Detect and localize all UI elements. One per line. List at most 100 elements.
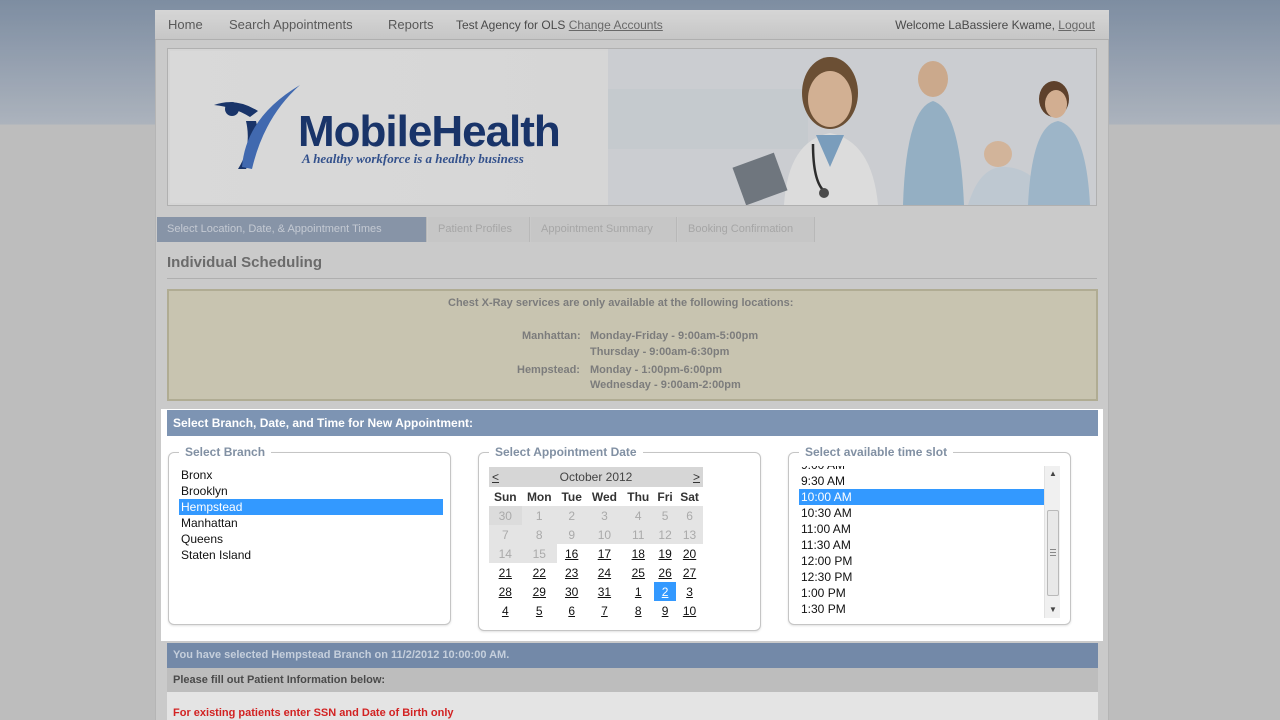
scroll-thumb[interactable] bbox=[1047, 510, 1059, 596]
time-slot-option[interactable]: 1:00 PM bbox=[799, 585, 1045, 601]
panel-header: Select Branch, Date, and Time for New Ap… bbox=[167, 410, 1098, 436]
branch-option[interactable]: Bronx bbox=[179, 467, 443, 483]
scroll-up-arrow-icon[interactable]: ▲ bbox=[1045, 466, 1061, 482]
nav-home-link[interactable]: Home bbox=[168, 17, 203, 32]
scroll-grip-icon bbox=[1050, 549, 1056, 556]
calendar-day[interactable]: 17 bbox=[586, 544, 622, 563]
step-tab-booking-confirmation[interactable]: Booking Confirmation bbox=[678, 217, 815, 242]
calendar-day: 6 bbox=[676, 506, 703, 525]
branch-option[interactable]: Manhattan bbox=[179, 515, 443, 531]
calendar-day[interactable]: 20 bbox=[676, 544, 703, 563]
time-slot-scrollbar[interactable]: ▲ ▼ bbox=[1044, 466, 1060, 618]
step-tab-appointment-summary[interactable]: Appointment Summary bbox=[531, 217, 677, 242]
calendar-day[interactable]: 31 bbox=[586, 582, 622, 601]
patient-info-heading: Please fill out Patient Information belo… bbox=[167, 668, 1098, 692]
time-slot-option[interactable]: 9:30 AM bbox=[799, 473, 1045, 489]
calendar-day[interactable]: 18 bbox=[622, 544, 654, 563]
time-slot-option[interactable]: 9:00 AM bbox=[799, 466, 1045, 473]
calendar-day: 1 bbox=[521, 506, 557, 525]
calendar-day[interactable]: 26 bbox=[654, 563, 676, 582]
agency-name: Test Agency for OLS bbox=[456, 18, 566, 32]
time-fieldset: Select available time slot 9:00 AM9:30 A… bbox=[788, 445, 1071, 625]
title-divider bbox=[167, 278, 1097, 279]
time-slot-option[interactable]: 12:30 PM bbox=[799, 569, 1045, 585]
calendar-week-row: 14 15 16 17 18 19 20 bbox=[489, 544, 703, 563]
logout-link[interactable]: Logout bbox=[1058, 18, 1095, 32]
calendar-day: 11 bbox=[622, 525, 655, 544]
calendar-day[interactable]: 9 bbox=[654, 601, 676, 620]
logo-swoosh-icon bbox=[214, 85, 300, 169]
branch-option[interactable]: Hempstead bbox=[179, 499, 443, 515]
calendar-day[interactable]: 1 bbox=[622, 582, 654, 601]
time-slot-option[interactable]: 1:30 PM bbox=[799, 601, 1045, 617]
time-slot-option[interactable]: 10:00 AM bbox=[799, 489, 1045, 505]
nav-search-appointments-link[interactable]: Search Appointments bbox=[229, 17, 353, 32]
calendar-day[interactable]: 5 bbox=[522, 601, 557, 620]
calendar-day[interactable]: 25 bbox=[622, 563, 654, 582]
calendar-day: 5 bbox=[654, 506, 677, 525]
date-legend: Select Appointment Date bbox=[489, 445, 643, 459]
calendar-month-title: October 2012 bbox=[559, 470, 633, 484]
calendar-weekday-row: Sun Mon Tue Wed Thu Fri Sat bbox=[489, 487, 703, 506]
branch-option[interactable]: Brooklyn bbox=[179, 483, 443, 499]
calendar-day: 12 bbox=[654, 525, 677, 544]
calendar-day: 30 bbox=[489, 506, 522, 525]
calendar-day[interactable]: 21 bbox=[489, 563, 522, 582]
date-fieldset: Select Appointment Date < October 2012 >… bbox=[478, 445, 761, 631]
header-banner: MobileHealth A healthy workforce is a he… bbox=[167, 48, 1097, 206]
time-slot-option[interactable]: 10:30 AM bbox=[799, 505, 1045, 521]
branch-legend: Select Branch bbox=[179, 445, 272, 459]
calendar-day: 8 bbox=[521, 525, 557, 544]
welcome-info: Welcome LaBassiere Kwame, Logout bbox=[895, 18, 1095, 32]
step-tab-select-location[interactable]: Select Location, Date, & Appointment Tim… bbox=[157, 217, 427, 242]
calendar-day[interactable]: 10 bbox=[676, 601, 703, 620]
branch-option[interactable]: Staten Island bbox=[179, 547, 443, 563]
branch-fieldset: Select Branch Bronx Brooklyn Hempstead Manh… bbox=[168, 445, 451, 625]
calendar-day[interactable]: 27 bbox=[676, 563, 703, 582]
welcome-text: Welcome LaBassiere Kwame, bbox=[895, 18, 1055, 32]
calendar-day[interactable]: 16 bbox=[557, 544, 586, 563]
change-accounts-link[interactable]: Change Accounts bbox=[569, 18, 663, 32]
scroll-down-arrow-icon[interactable]: ▼ bbox=[1045, 602, 1061, 618]
calendar-day: 2 bbox=[556, 506, 587, 525]
nav-reports-link[interactable]: Reports bbox=[388, 17, 434, 32]
calendar-day[interactable]: 19 bbox=[654, 544, 676, 563]
calendar-day[interactable]: 24 bbox=[586, 563, 622, 582]
time-slot-option[interactable]: 11:30 AM bbox=[799, 537, 1045, 553]
time-slot-option[interactable]: 11:00 AM bbox=[799, 521, 1045, 537]
calendar-weekday-label: Tue bbox=[561, 489, 582, 504]
medical-staff-photo bbox=[608, 49, 1096, 205]
calendar-day[interactable]: 4 bbox=[489, 601, 522, 620]
time-slot-scroll-content: 9:00 AM9:30 AM10:00 AM10:30 AM11:00 AM11… bbox=[799, 466, 1045, 617]
page-title: Individual Scheduling bbox=[167, 254, 323, 271]
calendar-day[interactable]: 22 bbox=[522, 563, 557, 582]
selection-summary-bar: You have selected Hempstead Branch on 11… bbox=[167, 643, 1098, 668]
calendar-day[interactable]: 3 bbox=[676, 582, 703, 601]
existing-patient-note: For existing patients enter SSN and Date… bbox=[167, 692, 1098, 720]
time-slot-option[interactable]: 12:00 PM bbox=[799, 553, 1045, 569]
calendar-day[interactable]: 8 bbox=[622, 601, 654, 620]
agency-info: Test Agency for OLS Change Accounts bbox=[456, 18, 663, 32]
notice-heading: Chest X-Ray services are only available … bbox=[448, 297, 794, 309]
calendar-day[interactable]: 28 bbox=[489, 582, 522, 601]
calendar-day[interactable]: 30 bbox=[557, 582, 586, 601]
calendar-day: 15 bbox=[521, 544, 557, 563]
branch-list[interactable]: Bronx Brooklyn Hempstead Manhattan Queens Sta… bbox=[179, 467, 443, 563]
calendar-day[interactable]: 29 bbox=[522, 582, 557, 601]
time-slot-list[interactable]: 9:00 AM9:30 AM10:00 AM10:30 AM11:00 AM11… bbox=[799, 466, 1045, 618]
calendar-grid: Sun Mon Tue Wed Thu Fri Sat 30 1 2 3 4 5 6 7 8 9 10 11 12 1… bbox=[489, 487, 703, 620]
step-tab-patient-profiles[interactable]: Patient Profiles bbox=[428, 217, 530, 242]
notice-manhattan-hours-1: Monday-Friday - 9:00am-5:00pm bbox=[590, 330, 759, 342]
calendar-day: 14 bbox=[489, 544, 522, 563]
calendar-day-selected[interactable]: 2 bbox=[654, 582, 677, 601]
calendar-day: 13 bbox=[676, 525, 703, 544]
calendar-day[interactable]: 23 bbox=[557, 563, 586, 582]
calendar-next-month-link[interactable]: > bbox=[693, 467, 700, 487]
calendar-day[interactable]: 7 bbox=[586, 601, 622, 620]
calendar-day: 7 bbox=[489, 525, 522, 544]
branch-option[interactable]: Queens bbox=[179, 531, 443, 547]
calendar-day[interactable]: 6 bbox=[557, 601, 586, 620]
time-legend: Select available time slot bbox=[799, 445, 954, 459]
brand-tagline: A healthy workforce is a healthy busines… bbox=[302, 151, 524, 166]
calendar-weekday-label: Mon bbox=[526, 489, 552, 504]
